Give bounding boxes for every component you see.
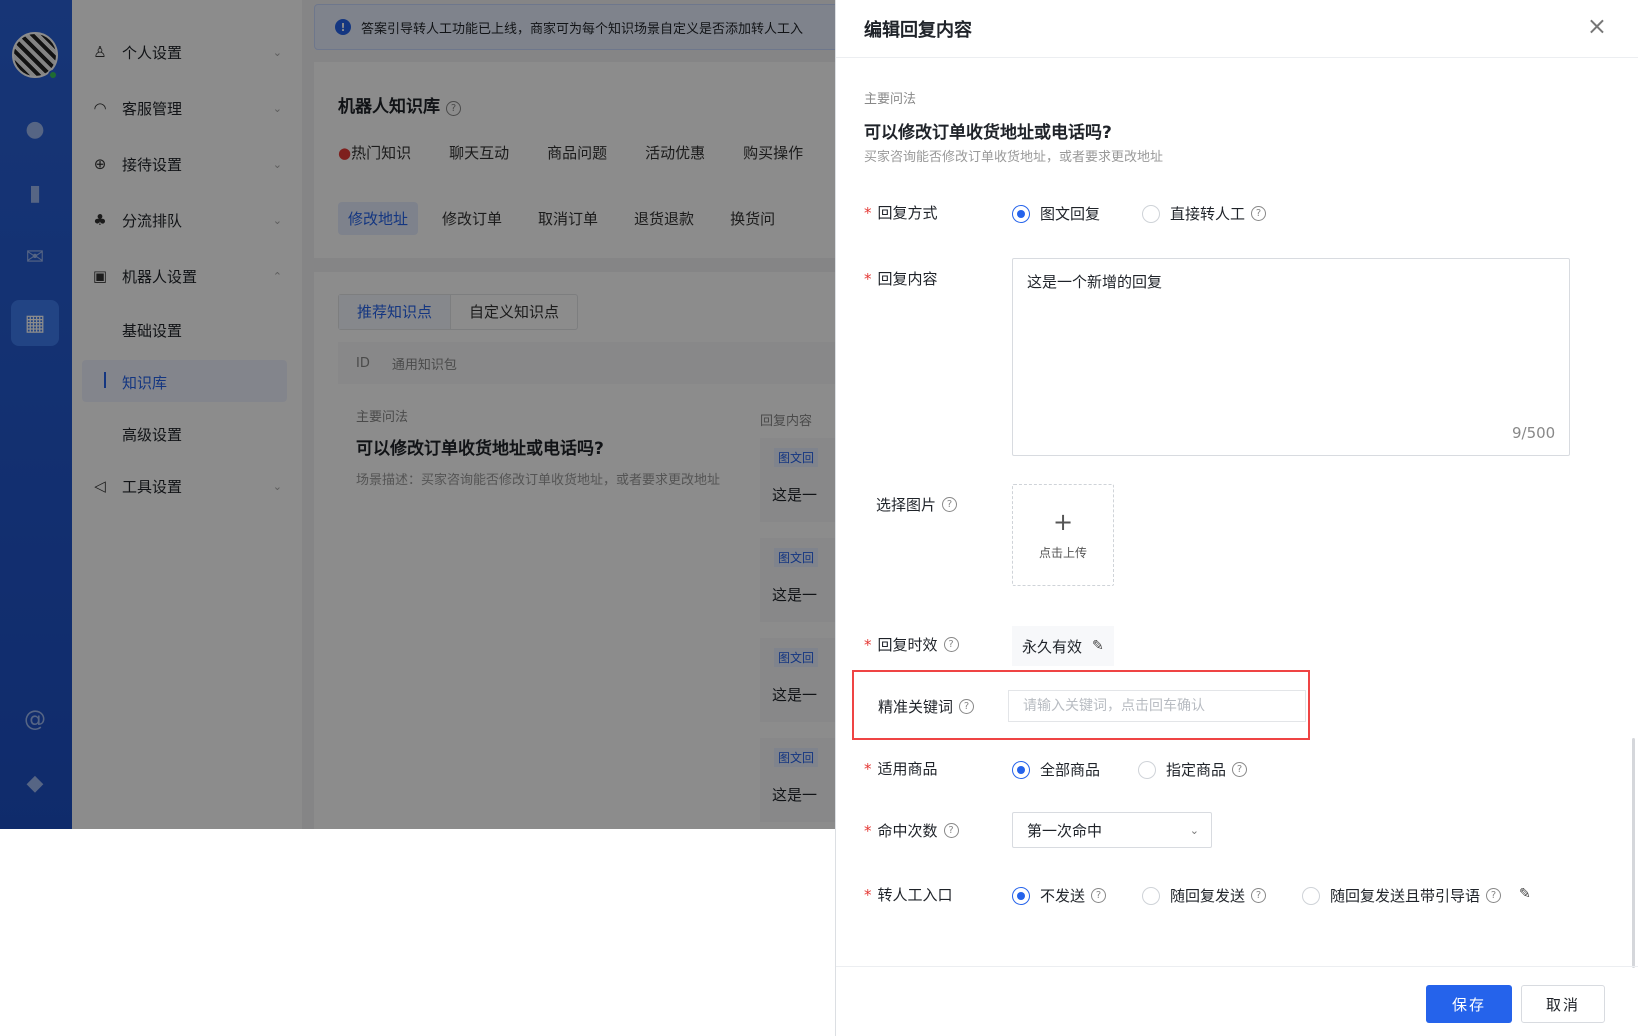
help-icon[interactable]: ? [943,637,959,652]
edit-icon[interactable]: ✎ [1092,638,1104,654]
drawer-scrollbar[interactable] [1632,738,1635,968]
required-mark: * [864,269,872,288]
radio-dot [1142,886,1160,905]
radio-label: 直接转人工 [1170,205,1246,223]
help-icon[interactable]: ? [943,823,959,838]
help-icon[interactable]: ? [1232,762,1248,777]
keyword-input[interactable] [1008,690,1306,722]
radio-specified-goods[interactable]: 指定商品? [1138,759,1248,780]
radio-label: 全部商品 [1040,761,1101,779]
save-button[interactable]: 保存 [1426,985,1512,1023]
chevron-down-icon: ⌄ [1189,823,1199,837]
upload-text: 点击上传 [1038,545,1087,560]
required-mark: * [864,203,872,222]
question-title: 可以修改订单收货地址或电话吗? [864,123,1112,143]
required-mark: * [864,759,872,778]
help-icon[interactable]: ? [959,699,975,714]
human-entry-label: * 转人工入口 [864,884,953,905]
question-description: 买家咨询能否修改订单收货地址，或者要求更改地址 [864,150,1164,165]
char-counter: 9/500 [1512,424,1556,442]
help-icon[interactable]: ? [1486,888,1502,903]
field-label-text: 选择图片 [876,496,937,514]
radio-label: 随回复发送 [1170,887,1246,905]
modal-overlay[interactable] [0,0,836,829]
radio-dot [1012,204,1030,223]
radio-not-send[interactable]: 不发送? [1012,885,1107,906]
field-label-text: 回复内容 [877,270,938,288]
help-icon[interactable]: ? [1251,206,1267,221]
reply-content-textarea[interactable]: 这是一个新增的回复 [1012,258,1570,456]
validity-value[interactable]: 永久有效 ✎ [1012,626,1114,666]
close-icon[interactable]: × [1587,12,1607,40]
radio-send-with-reply[interactable]: 随回复发送? [1142,885,1267,906]
radio-send-with-guide[interactable]: 随回复发送且带引导语? [1302,885,1502,906]
required-mark: * [864,821,872,840]
radio-label: 图文回复 [1040,205,1101,223]
radio-dot [1142,204,1160,223]
image-upload[interactable]: + 点击上传 [1012,484,1114,586]
radio-dot [1138,760,1156,779]
cancel-button[interactable]: 取消 [1521,985,1605,1023]
background-app: ● ▮ ✉ ▦ @ ◆ ♙ 个人设置 ⌄ ◠ 客服管理 ⌄ ⊕ 接待设置 ⌄ ♣… [0,0,836,829]
required-mark: * [864,885,872,904]
radio-dot [1012,886,1030,905]
reply-validity-label: * 回复时效? [864,634,959,655]
hit-count-label: * 命中次数? [864,820,959,841]
reply-content-label: * 回复内容 [864,268,938,289]
drawer-footer: 保存 取消 [836,966,1638,1036]
help-icon[interactable]: ? [1251,888,1267,903]
keyword-label: 精准关键词? [878,696,975,717]
main-question-label: 主要问法 [864,92,917,107]
field-label-text: 回复方式 [877,204,938,222]
edit-reply-drawer: 编辑回复内容 × 主要问法 可以修改订单收货地址或电话吗? 买家咨询能否修改订单… [835,0,1638,1036]
field-label-text: 命中次数 [877,822,938,840]
help-icon[interactable]: ? [1091,888,1107,903]
reply-method-label: * 回复方式 [864,202,938,223]
radio-dot [1302,886,1320,905]
required-mark: * [864,635,872,654]
field-label-text: 回复时效 [877,636,938,654]
field-label-text: 精准关键词 [878,698,954,716]
drawer-title: 编辑回复内容 [864,20,972,41]
applicable-goods-label: * 适用商品 [864,758,938,779]
radio-label: 随回复发送且带引导语 [1330,887,1481,905]
help-icon[interactable]: ? [942,497,958,512]
radio-rich-reply[interactable]: 图文回复 [1012,203,1100,224]
radio-dot [1012,760,1030,779]
radio-direct-human[interactable]: 直接转人工? [1142,203,1267,224]
radio-label: 不发送 [1040,887,1086,905]
field-label-text: 转人工入口 [877,886,953,904]
field-label-text: 适用商品 [877,760,938,778]
select-image-label: 选择图片? [876,494,958,515]
edit-icon[interactable]: ✎ [1519,886,1531,902]
plus-icon: + [1052,507,1074,536]
validity-text: 永久有效 [1022,637,1083,656]
radio-all-goods[interactable]: 全部商品 [1012,759,1100,780]
radio-label: 指定商品 [1166,761,1227,779]
select-value: 第一次命中 [1027,821,1103,840]
hit-count-select[interactable]: 第一次命中 ⌄ [1012,812,1212,848]
drawer-header: 编辑回复内容 × [836,0,1638,58]
